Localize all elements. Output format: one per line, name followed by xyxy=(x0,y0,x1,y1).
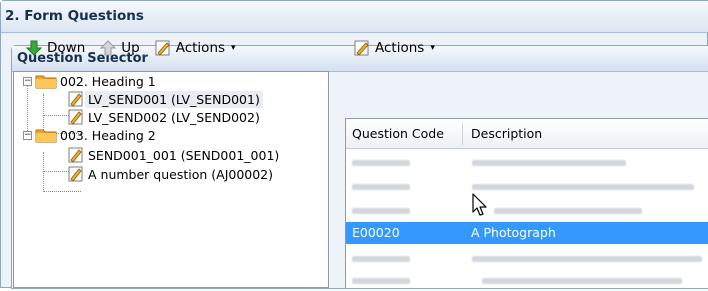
question-tree[interactable]: − 002. Heading 1 LV_SEND001 (LV_SEND001)… xyxy=(13,71,329,288)
edit-note-icon xyxy=(68,147,83,163)
edit-note-icon xyxy=(155,40,170,56)
redacted-cell xyxy=(352,160,410,166)
tree-connector xyxy=(43,152,44,192)
tree-item-label: SEND001_001 (SEND001_001) xyxy=(88,147,280,163)
folder-icon xyxy=(35,129,57,143)
left-toolbar: Down Up Actions ▾ xyxy=(25,36,250,60)
tree-item[interactable]: SEND001_001 (SEND001_001) xyxy=(67,146,282,164)
redacted-cell xyxy=(472,184,694,190)
tree-item-label: A number question (AJ00002) xyxy=(88,166,274,182)
tree-item[interactable]: LV_SEND002 (LV_SEND002) xyxy=(67,108,263,126)
collapse-toggle[interactable]: − xyxy=(23,131,32,140)
arrow-down-icon xyxy=(25,40,43,56)
chevron-down-icon: ▾ xyxy=(231,43,236,53)
down-label: Down xyxy=(47,40,86,56)
up-button[interactable]: Up xyxy=(99,39,140,57)
form-questions-header: 2. Form Questions xyxy=(1,1,708,33)
up-label: Up xyxy=(121,40,140,56)
left-actions-button[interactable]: Actions ▾ xyxy=(154,39,236,57)
column-header-question-code[interactable]: Question Code xyxy=(346,119,462,148)
tree-group[interactable]: 002. Heading 1 xyxy=(35,72,159,90)
mouse-pointer-icon xyxy=(472,193,487,216)
table-row[interactable] xyxy=(346,199,708,221)
edit-note-icon xyxy=(354,40,369,56)
tree-item[interactable]: LV_SEND001 (LV_SEND001) xyxy=(67,90,263,108)
grid-header: Question Code Description xyxy=(346,119,708,149)
table-row[interactable] xyxy=(346,175,708,197)
tree-group-label: 002. Heading 1 xyxy=(60,73,156,89)
chevron-down-icon: ▾ xyxy=(430,43,435,53)
table-row[interactable] xyxy=(346,247,708,269)
redacted-cell xyxy=(472,256,702,262)
column-divider[interactable] xyxy=(462,123,463,145)
tree-item-label: LV_SEND002 (LV_SEND002) xyxy=(88,109,260,125)
left-actions-label: Actions xyxy=(175,40,226,56)
collapse-toggle[interactable]: − xyxy=(23,77,32,86)
tree-connector xyxy=(27,85,28,135)
edit-note-icon xyxy=(68,91,83,107)
redacted-cell xyxy=(352,256,410,262)
right-actions-button[interactable]: Actions ▾ xyxy=(353,39,435,57)
redacted-cell xyxy=(482,278,682,284)
redacted-cell xyxy=(352,278,410,284)
tree-item[interactable]: A number question (AJ00002) xyxy=(67,165,276,183)
right-toolbar: Actions ▾ xyxy=(353,36,449,60)
tree-item-label: LV_SEND001 (LV_SEND001) xyxy=(85,90,263,108)
question-grid: Question Code Description E00020 A Photo… xyxy=(345,118,708,288)
table-row[interactable] xyxy=(346,151,708,173)
redacted-cell xyxy=(472,160,626,166)
down-button[interactable]: Down xyxy=(25,39,85,57)
column-header-description[interactable]: Description xyxy=(465,119,705,148)
edit-note-icon xyxy=(68,166,83,182)
tree-group[interactable]: 003. Heading 2 xyxy=(35,126,159,144)
tree-connector xyxy=(43,191,81,192)
cell-question-code: E00020 xyxy=(352,225,400,240)
table-row-selected[interactable]: E00020 A Photograph xyxy=(346,222,708,244)
redacted-cell xyxy=(352,208,410,214)
right-actions-label: Actions xyxy=(375,40,425,56)
folder-icon xyxy=(35,75,57,89)
arrow-up-icon xyxy=(100,40,117,56)
edit-note-icon xyxy=(68,109,83,125)
cell-description: A Photograph xyxy=(471,225,556,240)
redacted-cell xyxy=(352,184,410,190)
tree-group-label: 003. Heading 2 xyxy=(60,127,156,143)
redacted-cell xyxy=(494,208,642,214)
